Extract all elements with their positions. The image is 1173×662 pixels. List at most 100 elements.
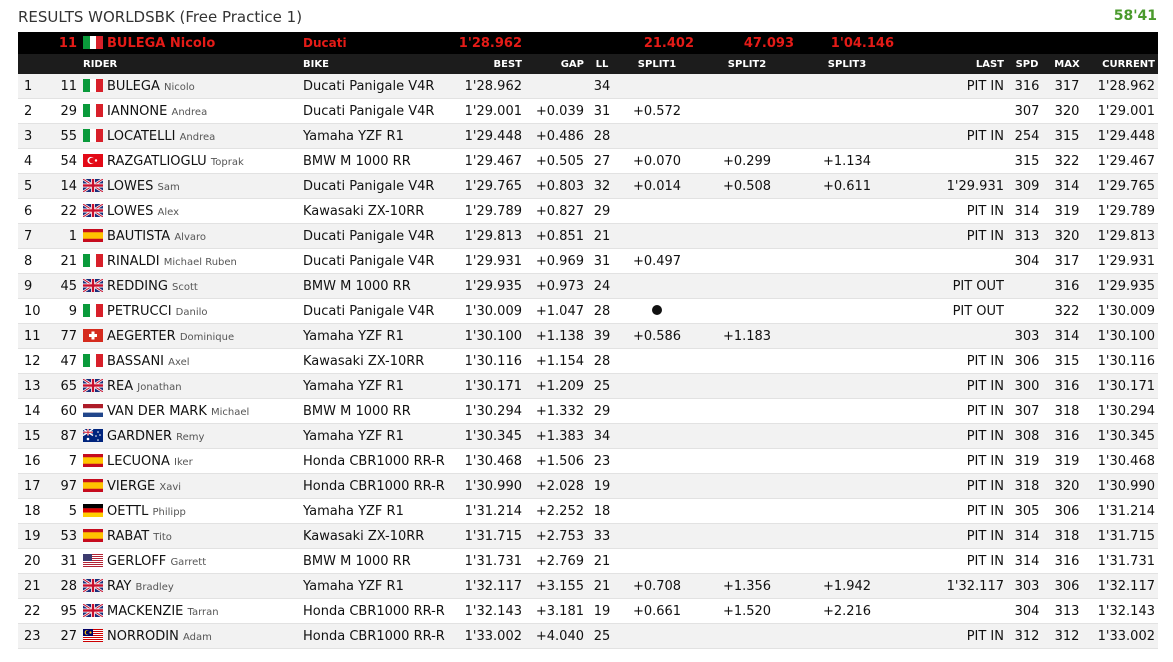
best-lap: 1'30.171: [450, 373, 525, 399]
session-timer: 58'41: [1113, 8, 1157, 24]
last-lap: PIT IN: [897, 448, 1007, 474]
position: 11: [18, 323, 50, 349]
bike: BMW M 1000 RR: [300, 548, 450, 574]
position: 19: [18, 523, 50, 549]
bike: BMW M 1000 RR: [300, 273, 450, 299]
speed: 303: [1007, 573, 1047, 599]
rider: RINALDI Michael Ruben: [80, 248, 300, 274]
table-row: 23 27 NORRODIN Adam Honda CBR1000 RR-R 1'33.…: [18, 623, 1158, 649]
rider: LECUONA Iker: [80, 448, 300, 474]
rider: GERLOFF Garrett: [80, 548, 300, 574]
laps: 28: [587, 123, 617, 149]
table-row: 15 87 GARDNER Remy Yamaha YZF R1 1'30.345 +1.…: [18, 423, 1158, 449]
gap: +2.769: [525, 548, 587, 574]
rider-number: 97: [50, 473, 80, 499]
gap: +0.505: [525, 148, 587, 174]
last-lap: PIT IN: [897, 373, 1007, 399]
bike: Yamaha YZF R1: [300, 423, 450, 449]
split1: [617, 398, 697, 424]
header-bar: RESULTS WORLDSBK (Free Practice 1) 58'41: [0, 0, 1173, 32]
rider-number: 53: [50, 523, 80, 549]
position: 13: [18, 373, 50, 399]
laps: 21: [587, 573, 617, 599]
bike: BMW M 1000 RR: [300, 398, 450, 424]
split3: [797, 373, 897, 399]
laps: 31: [587, 98, 617, 124]
current-lap: 1'30.009: [1087, 298, 1158, 324]
bike: Ducati Panigale V4R: [300, 248, 450, 274]
col-last: LAST: [897, 54, 1007, 74]
rider-first-name: Garrett: [170, 556, 207, 568]
bike: Yamaha YZF R1: [300, 498, 450, 524]
rider: PETRUCCI Danilo: [80, 298, 300, 324]
position: 5: [18, 173, 50, 199]
rider-last-name: MACKENZIE: [107, 603, 184, 619]
leader-rider: BULEGA Nicolo: [80, 32, 300, 54]
split1: [617, 473, 697, 499]
col-max: MAX: [1047, 54, 1087, 74]
results-table: 11 BULEGA Nicolo Ducati 1'28.962 21.402 …: [18, 32, 1158, 649]
current-lap: 1'29.467: [1087, 148, 1158, 174]
gap: +0.827: [525, 198, 587, 224]
laps: 29: [587, 198, 617, 224]
max-speed: 315: [1047, 123, 1087, 149]
table-row: 16 7 LECUONA Iker Honda CBR1000 RR-R 1'30.46…: [18, 448, 1158, 474]
rider: BAUTISTA Alvaro: [80, 223, 300, 249]
max-speed: 320: [1047, 223, 1087, 249]
best-lap: 1'32.143: [450, 598, 525, 624]
last-lap: PIT OUT: [897, 298, 1007, 324]
rider-last-name: VIERGE: [107, 478, 156, 494]
best-lap: 1'29.448: [450, 123, 525, 149]
split3: +0.611: [797, 173, 897, 199]
split1: [617, 223, 697, 249]
max-speed: 312: [1047, 623, 1087, 649]
split1: +0.708: [617, 573, 697, 599]
flag-icon: [83, 353, 103, 367]
rider-first-name: Toprak: [210, 156, 244, 168]
flag-icon: [83, 453, 103, 467]
rider: RABAT Tito: [80, 523, 300, 549]
best-lap: 1'29.813: [450, 223, 525, 249]
best-lap: 1'29.467: [450, 148, 525, 174]
best-lap: 1'29.001: [450, 98, 525, 124]
gap: +1.138: [525, 323, 587, 349]
table-row: 11 77 AEGERTER Dominique Yamaha YZF R1 1'30.…: [18, 323, 1158, 349]
rider-last-name: RAY: [107, 578, 132, 594]
split1: [617, 198, 697, 224]
split1: [617, 548, 697, 574]
position: 9: [18, 273, 50, 299]
table-row: 4 54 RAZGATLIOGLU Toprak BMW M 1000 RR 1'29.…: [18, 148, 1158, 174]
best-lap: 1'29.931: [450, 248, 525, 274]
max-speed: 316: [1047, 423, 1087, 449]
gap: +2.753: [525, 523, 587, 549]
max-speed: 320: [1047, 473, 1087, 499]
position: 14: [18, 398, 50, 424]
max-speed: 316: [1047, 273, 1087, 299]
gap: +1.209: [525, 373, 587, 399]
laps: 28: [587, 348, 617, 374]
rider-first-name: Tito: [153, 531, 172, 543]
flag-icon: [83, 128, 103, 142]
rider-number: 21: [50, 248, 80, 274]
last-lap: PIT IN: [897, 423, 1007, 449]
max-speed: 319: [1047, 198, 1087, 224]
laps: 19: [587, 598, 617, 624]
laps: 21: [587, 548, 617, 574]
current-lap: 1'32.117: [1087, 573, 1158, 599]
max-speed: 314: [1047, 173, 1087, 199]
position: 22: [18, 598, 50, 624]
table-row: 12 47 BASSANI Axel Kawasaki ZX-10RR 1'30.116…: [18, 348, 1158, 374]
flag-icon: [83, 378, 103, 392]
flag-icon: [83, 35, 103, 49]
col-ll: LL: [587, 54, 617, 74]
rider-number: 31: [50, 548, 80, 574]
current-lap: 1'29.001: [1087, 98, 1158, 124]
max-speed: 306: [1047, 573, 1087, 599]
table-row: 17 97 VIERGE Xavi Honda CBR1000 RR-R 1'30.99…: [18, 473, 1158, 499]
flag-icon: [83, 103, 103, 117]
current-lap: 1'30.294: [1087, 398, 1158, 424]
position: 17: [18, 473, 50, 499]
split1: [617, 273, 697, 299]
laps: 28: [587, 298, 617, 324]
split3: [797, 198, 897, 224]
